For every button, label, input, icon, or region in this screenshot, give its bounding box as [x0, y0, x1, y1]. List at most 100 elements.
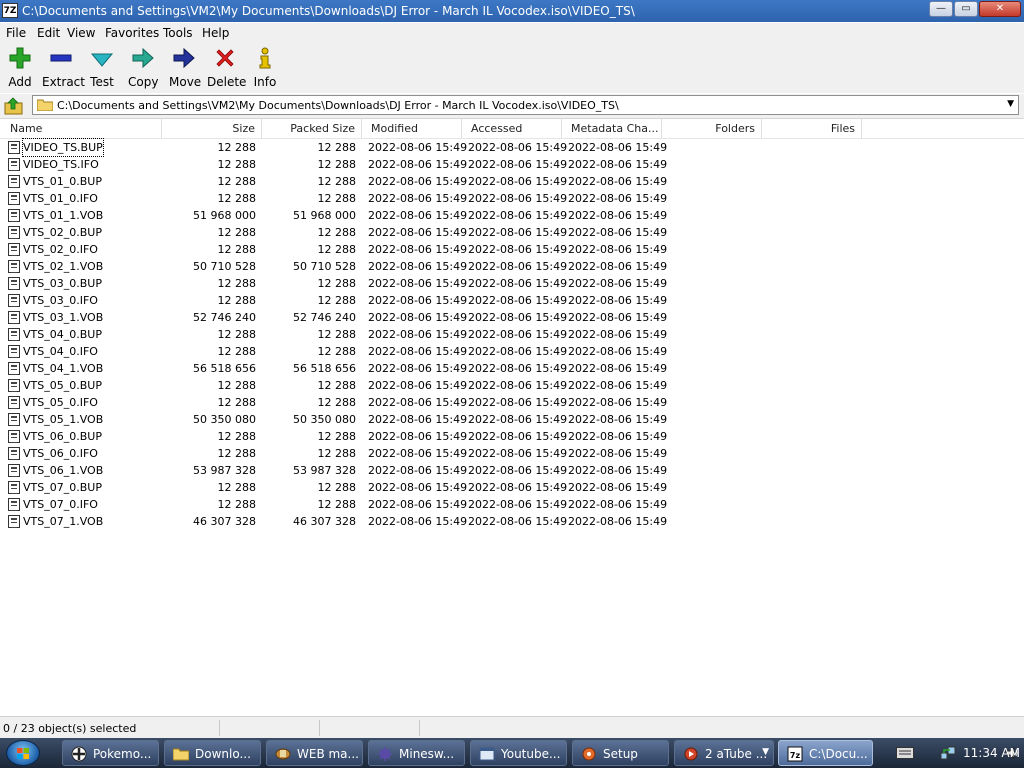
menu-view[interactable]: View: [67, 26, 95, 40]
table-row[interactable]: VTS_04_1.VOB 56 518 656 56 518 656 2022-08-…: [0, 360, 1024, 377]
folder-icon: [173, 748, 189, 761]
menu-file[interactable]: File: [6, 26, 26, 40]
window-icon: [479, 747, 495, 761]
file-name: VTS_07_1.VOB: [23, 515, 104, 528]
minimize-button[interactable]: —: [929, 1, 953, 17]
file-icon: [8, 141, 20, 154]
file-accessed: 2022-08-06 15:49: [468, 141, 568, 154]
file-packed-size: 12 288: [317, 158, 357, 171]
start-button[interactable]: [6, 740, 40, 766]
table-row[interactable]: VIDEO_TS.IFO 12 288 12 288 2022-08-06 15:49…: [0, 156, 1024, 173]
address-bar[interactable]: C:\Documents and Settings\VM2\My Documen…: [32, 95, 1019, 115]
table-row[interactable]: VTS_02_1.VOB 50 710 528 50 710 528 2022-08-…: [0, 258, 1024, 275]
file-packed-size: 12 288: [317, 175, 357, 188]
task-youtube[interactable]: Youtube...: [470, 740, 567, 766]
file-accessed: 2022-08-06 15:49: [468, 447, 568, 460]
test-button[interactable]: Test: [89, 46, 115, 89]
task-setup[interactable]: Setup: [572, 740, 669, 766]
table-row[interactable]: VTS_06_1.VOB 53 987 328 53 987 328 2022-08-…: [0, 462, 1024, 479]
network-icon[interactable]: [940, 745, 956, 761]
menu-favorites[interactable]: Favorites: [105, 26, 159, 40]
info-button[interactable]: Info: [253, 46, 277, 89]
file-metadata-changed: 2022-08-06 15:49: [568, 243, 668, 256]
task-atube[interactable]: 2 aTube ... ▼: [674, 740, 774, 766]
table-row[interactable]: VTS_05_1.VOB 50 350 080 50 350 080 2022-08-…: [0, 411, 1024, 428]
file-packed-size: 12 288: [317, 192, 357, 205]
col-packed-size[interactable]: Packed Size: [262, 119, 362, 138]
move-button[interactable]: Move: [169, 46, 201, 89]
table-row[interactable]: VTS_07_0.IFO 12 288 12 288 2022-08-06 15:49…: [0, 496, 1024, 513]
menu-tools[interactable]: Tools: [163, 26, 193, 40]
task-minesweeper[interactable]: Minesw...: [368, 740, 465, 766]
file-metadata-changed: 2022-08-06 15:49: [568, 379, 668, 392]
col-accessed[interactable]: Accessed: [462, 119, 562, 138]
keyboard-icon[interactable]: [896, 747, 914, 759]
table-row[interactable]: VTS_03_0.IFO 12 288 12 288 2022-08-06 15:49…: [0, 292, 1024, 309]
table-row[interactable]: VTS_03_0.BUP 12 288 12 288 2022-08-06 15:49…: [0, 275, 1024, 292]
table-row[interactable]: VTS_02_0.IFO 12 288 12 288 2022-08-06 15:49…: [0, 241, 1024, 258]
task-pokemon[interactable]: Pokemo...: [62, 740, 159, 766]
file-metadata-changed: 2022-08-06 15:49: [568, 498, 668, 511]
col-files[interactable]: Files: [762, 119, 862, 138]
chevron-down-icon[interactable]: ▼: [1007, 99, 1014, 109]
col-modified[interactable]: Modified: [362, 119, 462, 138]
file-accessed: 2022-08-06 15:49: [468, 294, 568, 307]
file-modified: 2022-08-06 15:49: [368, 277, 468, 290]
pokeball-icon: [71, 746, 87, 762]
file-icon: [8, 192, 20, 205]
menu-help[interactable]: Help: [202, 26, 229, 40]
file-modified: 2022-08-06 15:49: [368, 192, 468, 205]
file-name: VTS_06_0.IFO: [23, 447, 98, 460]
file-packed-size: 12 288: [317, 498, 357, 511]
table-row[interactable]: VTS_02_0.BUP 12 288 12 288 2022-08-06 15:49…: [0, 224, 1024, 241]
table-row[interactable]: VTS_04_0.BUP 12 288 12 288 2022-08-06 15:49…: [0, 326, 1024, 343]
file-icon: [8, 243, 20, 256]
file-icon: [8, 294, 20, 307]
table-row[interactable]: VTS_03_1.VOB 52 746 240 52 746 240 2022-08-…: [0, 309, 1024, 326]
table-row[interactable]: VTS_06_0.IFO 12 288 12 288 2022-08-06 15:49…: [0, 445, 1024, 462]
table-row[interactable]: VTS_04_0.IFO 12 288 12 288 2022-08-06 15:49…: [0, 343, 1024, 360]
file-accessed: 2022-08-06 15:49: [468, 260, 568, 273]
task-7zip[interactable]: 7z C:\Docu...: [778, 740, 873, 766]
task-downloads[interactable]: Downlo...: [164, 740, 261, 766]
status-divider: [319, 720, 320, 736]
file-metadata-changed: 2022-08-06 15:49: [568, 447, 668, 460]
windows-flag-icon: [17, 748, 29, 759]
table-row[interactable]: VTS_01_0.BUP 12 288 12 288 2022-08-06 15:49…: [0, 173, 1024, 190]
col-folders[interactable]: Folders: [662, 119, 762, 138]
table-row[interactable]: VTS_01_0.IFO 12 288 12 288 2022-08-06 15:49…: [0, 190, 1024, 207]
file-packed-size: 46 307 328: [293, 515, 356, 528]
file-accessed: 2022-08-06 15:49: [468, 362, 568, 375]
file-size: 56 518 656: [193, 362, 256, 375]
file-accessed: 2022-08-06 15:49: [468, 345, 568, 358]
maximize-button[interactable]: ▭: [954, 1, 978, 17]
table-row[interactable]: VIDEO_TS.BUP 12 288 12 288 2022-08-06 15:49…: [0, 138, 1024, 157]
copy-button[interactable]: Copy: [128, 46, 158, 89]
delete-button[interactable]: Delete: [207, 46, 246, 89]
file-metadata-changed: 2022-08-06 15:49: [568, 515, 668, 528]
col-size[interactable]: Size: [162, 119, 262, 138]
col-name[interactable]: Name: [0, 119, 162, 138]
copy-label: Copy: [128, 75, 159, 89]
table-row[interactable]: VTS_01_1.VOB 51 968 000 51 968 000 2022-08-…: [0, 207, 1024, 224]
table-row[interactable]: VTS_06_0.BUP 12 288 12 288 2022-08-06 15:49…: [0, 428, 1024, 445]
extract-button[interactable]: Extract: [42, 46, 85, 89]
file-icon: [8, 379, 20, 392]
menu-bar: File Edit View Favorites Tools Help: [0, 23, 1024, 43]
chevron-down-icon[interactable]: ▼: [762, 747, 769, 757]
file-size: 12 288: [217, 498, 257, 511]
table-row[interactable]: VTS_07_0.BUP 12 288 12 288 2022-08-06 15:49…: [0, 479, 1024, 496]
close-button[interactable]: ✕: [979, 1, 1021, 17]
table-row[interactable]: VTS_05_0.BUP 12 288 12 288 2022-08-06 15:49…: [0, 377, 1024, 394]
file-list[interactable]: Name Size Packed Size Modified Accessed …: [0, 118, 1024, 715]
table-row[interactable]: VTS_07_1.VOB 46 307 328 46 307 328 2022-08-…: [0, 513, 1024, 530]
menu-edit[interactable]: Edit: [37, 26, 60, 40]
up-folder-icon[interactable]: [4, 96, 24, 116]
col-metadata-changed[interactable]: Metadata Cha...: [562, 119, 662, 138]
task-web-ma[interactable]: WEB ma...: [266, 740, 363, 766]
file-accessed: 2022-08-06 15:49: [468, 379, 568, 392]
table-row[interactable]: VTS_05_0.IFO 12 288 12 288 2022-08-06 15:49…: [0, 394, 1024, 411]
add-button[interactable]: Add: [7, 46, 33, 89]
clock[interactable]: 11:34 AM: [963, 746, 1020, 760]
file-rows: VIDEO_TS.BUP 12 288 12 288 2022-08-06 15:49…: [0, 138, 1024, 530]
